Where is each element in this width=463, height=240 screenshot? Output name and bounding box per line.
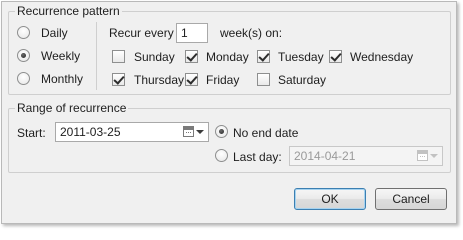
radio-daily[interactable] <box>17 26 30 39</box>
calendar-icon <box>183 126 194 137</box>
ok-button[interactable]: OK <box>294 188 366 210</box>
last-day-picker-button[interactable] <box>415 148 439 164</box>
friday-label[interactable]: Friday <box>206 73 239 87</box>
range-of-recurrence-title: Range of recurrence <box>15 101 129 115</box>
daily-label[interactable]: Daily <box>41 26 68 40</box>
sunday-label[interactable]: Sunday <box>134 50 175 64</box>
recur-every-label: Recur every <box>109 26 174 40</box>
checkbox-monday[interactable] <box>185 50 198 63</box>
recurrence-pattern-group: Recurrence pattern Daily Weekly Monthly … <box>8 4 451 95</box>
radio-no-end-date[interactable] <box>215 125 228 138</box>
saturday-label[interactable]: Saturday <box>278 73 326 87</box>
weeks-on-label: week(s) on: <box>220 26 283 40</box>
range-of-recurrence-group: Range of recurrence Start: No end date L… <box>8 101 451 173</box>
checkbox-thursday[interactable] <box>112 73 125 86</box>
last-day-label[interactable]: Last day: <box>233 150 282 164</box>
radio-weekly[interactable] <box>17 49 30 62</box>
start-label: Start: <box>17 126 46 140</box>
checkbox-tuesday[interactable] <box>257 50 270 63</box>
radio-last-day[interactable] <box>215 149 228 162</box>
weekly-label[interactable]: Weekly <box>41 49 80 63</box>
checkbox-sunday[interactable] <box>112 50 125 63</box>
wednesday-label[interactable]: Wednesday <box>350 50 413 64</box>
checkbox-wednesday[interactable] <box>329 50 342 63</box>
thursday-label[interactable]: Thursday <box>134 73 184 87</box>
chevron-down-icon <box>430 154 438 158</box>
pattern-separator <box>96 22 97 90</box>
monthly-label[interactable]: Monthly <box>41 72 83 86</box>
radio-monthly[interactable] <box>17 72 30 85</box>
tuesday-label[interactable]: Tuesday <box>278 50 324 64</box>
recurrence-pattern-title: Recurrence pattern <box>15 4 122 18</box>
checkbox-saturday[interactable] <box>257 73 270 86</box>
recur-every-input[interactable] <box>176 23 208 43</box>
calendar-icon <box>417 150 428 161</box>
monday-label[interactable]: Monday <box>206 50 249 64</box>
cancel-button[interactable]: Cancel <box>375 188 447 210</box>
start-date-picker-button[interactable] <box>181 124 205 140</box>
chevron-down-icon <box>196 130 204 134</box>
recurrence-dialog: Recurrence pattern Daily Weekly Monthly … <box>1 1 457 224</box>
checkbox-friday[interactable] <box>185 73 198 86</box>
no-end-date-label[interactable]: No end date <box>233 126 298 140</box>
